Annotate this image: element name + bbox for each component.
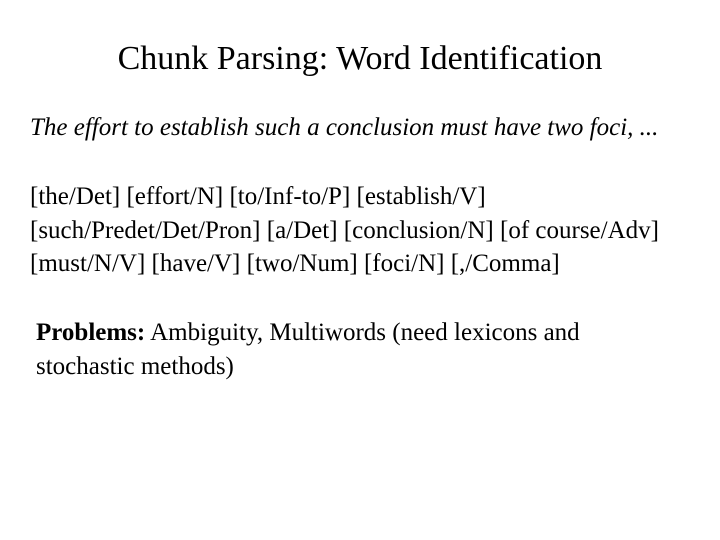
slide: Chunk Parsing: Word Identification The e… [0,0,720,540]
slide-title: Chunk Parsing: Word Identification [70,40,650,77]
problems-line: Problems: Ambiguity, Multiwords (need le… [36,316,684,384]
tagged-tokens: [the/Det] [effort/N] [to/Inf-to/P] [esta… [30,180,690,281]
problems-label: Problems: [36,319,145,346]
example-sentence-text: The effort to establish such a conclusio… [30,112,690,145]
example-sentence: The effort to establish such a conclusio… [30,112,690,145]
